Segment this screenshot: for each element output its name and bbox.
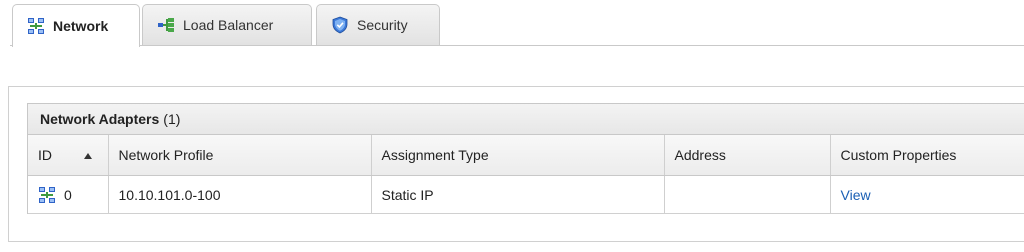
table-header-row: ID Network Profile Assignment Type Addre… — [28, 135, 1024, 176]
column-header-id[interactable]: ID — [28, 135, 109, 176]
tab-bar-divider — [10, 45, 1024, 46]
column-header-network-profile[interactable]: Network Profile — [108, 135, 372, 176]
tab-network[interactable]: Network — [12, 4, 140, 47]
network-adapters-grid: Network Adapters (1) ID Network Profile … — [27, 103, 1024, 214]
network-icon — [27, 17, 45, 35]
view-custom-properties-link[interactable]: View — [841, 187, 871, 203]
load-balancer-icon — [158, 18, 174, 32]
table-row[interactable]: 0 10.10.101.0-100 Static IP View — [28, 175, 1024, 214]
column-header-assignment-type[interactable]: Assignment Type — [371, 135, 665, 176]
cell-address — [664, 175, 831, 214]
cell-network-profile: 10.10.101.0-100 — [108, 175, 372, 214]
sort-ascending-icon — [83, 153, 92, 160]
tab-load-balancer[interactable]: Load Balancer — [142, 4, 312, 45]
security-shield-icon — [332, 16, 348, 34]
cell-id: 0 — [28, 175, 109, 214]
network-adapters-table: ID Network Profile Assignment Type Addre… — [28, 135, 1024, 214]
cell-custom-properties: View — [830, 175, 1024, 214]
tab-security-label: Security — [357, 17, 408, 33]
grid-title-text: Network Adapters — [40, 111, 160, 127]
grid-title-count: (1) — [163, 111, 181, 127]
grid-title: Network Adapters (1) — [28, 104, 1024, 135]
tab-bar: Network Load Balancer Security — [0, 0, 1024, 47]
tab-network-label: Network — [53, 18, 109, 34]
column-header-custom-properties[interactable]: Custom Properties — [830, 135, 1024, 176]
tab-security[interactable]: Security — [316, 4, 440, 45]
network-adapter-icon — [38, 186, 56, 204]
column-header-address[interactable]: Address — [664, 135, 831, 176]
cell-assignment-type: Static IP — [371, 175, 665, 214]
tab-load-balancer-label: Load Balancer — [183, 17, 274, 33]
